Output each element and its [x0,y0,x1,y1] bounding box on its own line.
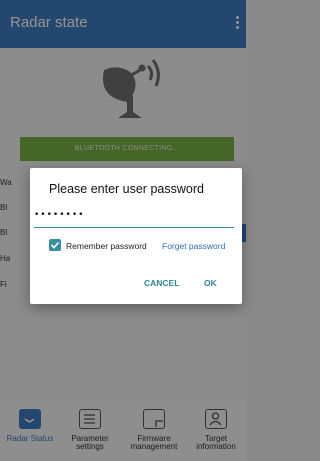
password-dialog: Please enter user password •••••••• Reme… [30,168,242,304]
remember-password-label[interactable]: Remember password [66,241,147,251]
remember-password-checkbox[interactable] [49,239,61,251]
password-input[interactable]: •••••••• [34,210,234,228]
forget-password-link[interactable]: Forget password [162,241,225,251]
check-icon [50,241,60,249]
cancel-button[interactable]: CANCEL [144,278,179,288]
dialog-title: Please enter user password [49,182,204,196]
app-screen: Radar state BLUETOOTH CONNECTING... Wa B… [0,0,246,461]
ok-button[interactable]: OK [204,278,217,288]
